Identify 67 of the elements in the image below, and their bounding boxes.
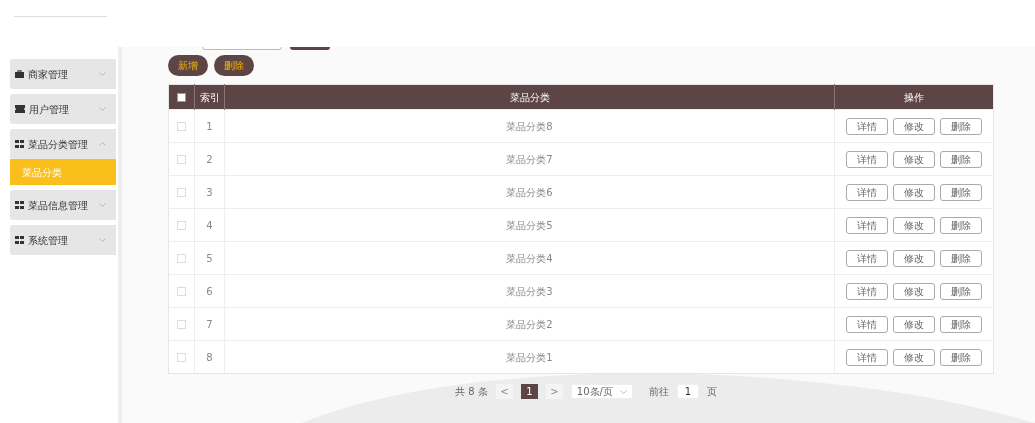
toolbar-button[interactable]: 新增 xyxy=(168,55,208,76)
action-button[interactable]: 修改 xyxy=(893,282,935,300)
action-button[interactable]: 删除 xyxy=(940,249,982,267)
sidebar-menu-item[interactable]: 用户管理 xyxy=(10,94,116,124)
table-cell: 菜品分类8 xyxy=(224,109,835,143)
action-button[interactable]: 删除 xyxy=(940,216,982,234)
checkbox[interactable] xyxy=(177,92,186,102)
page-size-select[interactable]: 10条/页 xyxy=(570,384,633,399)
table-cell: 菜品分类1 xyxy=(224,340,835,374)
table-cell: 菜品分类6 xyxy=(224,175,835,209)
ticket-icon xyxy=(15,105,25,113)
grid-icon xyxy=(15,140,24,148)
total-count: 共 8 条 xyxy=(455,385,488,399)
action-button[interactable]: 删除 xyxy=(940,183,982,201)
table-cell: 菜品分类5 xyxy=(224,208,835,242)
sidebar-menu-item[interactable]: 商家管理 xyxy=(10,59,116,89)
action-button[interactable]: 修改 xyxy=(893,183,935,201)
goto-page-field[interactable]: 1 xyxy=(676,384,699,399)
action-button[interactable]: 详情 xyxy=(846,117,888,135)
table-cell: 菜品分类4 xyxy=(224,241,835,275)
action-button[interactable]: 删除 xyxy=(940,348,982,366)
chevron-down-icon xyxy=(99,238,106,242)
table-cell: 6 xyxy=(194,274,225,308)
sidebar-menu-item[interactable]: 系统管理 xyxy=(10,225,116,255)
action-button[interactable]: 详情 xyxy=(846,150,888,168)
chevron-down-icon xyxy=(99,203,106,207)
chevron-up-icon xyxy=(99,142,106,146)
page-suffix: 页 xyxy=(706,385,717,399)
action-button[interactable]: 删除 xyxy=(940,315,982,333)
action-button[interactable]: 详情 xyxy=(846,183,888,201)
action-button[interactable]: 修改 xyxy=(893,150,935,168)
table-cell: 7 xyxy=(194,307,225,341)
action-button[interactable]: 修改 xyxy=(893,315,935,333)
action-button[interactable]: 修改 xyxy=(893,117,935,135)
goto-label: 前往 xyxy=(648,385,669,399)
table-cell: 菜品分类7 xyxy=(224,142,835,176)
table-cell: 3 xyxy=(194,175,225,209)
sidebar-menu-item[interactable]: 菜品分类管理 xyxy=(10,129,116,159)
action-button[interactable]: 修改 xyxy=(893,348,935,366)
action-button[interactable]: 详情 xyxy=(846,249,888,267)
chevron-down-icon xyxy=(99,72,106,76)
action-button[interactable]: 删除 xyxy=(940,150,982,168)
action-button[interactable]: 删除 xyxy=(940,117,982,135)
action-button[interactable]: 详情 xyxy=(846,348,888,366)
toolbar-button[interactable]: 删除 xyxy=(214,55,254,76)
action-button[interactable]: 详情 xyxy=(846,216,888,234)
grid-icon xyxy=(15,236,24,244)
column-header: 菜品分类 xyxy=(224,84,835,110)
column-header: 索引 xyxy=(194,84,225,110)
grid-icon xyxy=(15,201,24,209)
action-button[interactable]: 详情 xyxy=(846,315,888,333)
column-header: 操作 xyxy=(834,84,994,110)
briefcase-icon xyxy=(15,70,24,78)
table-cell: 菜品分类2 xyxy=(224,307,835,341)
action-button[interactable]: 详情 xyxy=(846,282,888,300)
table-cell: 4 xyxy=(194,208,225,242)
action-button[interactable]: 删除 xyxy=(940,282,982,300)
table-cell: 菜品分类3 xyxy=(224,274,835,308)
table-cell: 1 xyxy=(194,109,225,143)
chevron-down-icon xyxy=(99,107,106,111)
chevron-down-icon xyxy=(619,389,627,394)
action-button[interactable]: 修改 xyxy=(893,249,935,267)
table-cell: 5 xyxy=(194,241,225,275)
sidebar-menu-item[interactable]: 菜品信息管理 xyxy=(10,190,116,220)
table-cell: 2 xyxy=(194,142,225,176)
table-cell: 8 xyxy=(194,340,225,374)
action-button[interactable]: 修改 xyxy=(893,216,935,234)
